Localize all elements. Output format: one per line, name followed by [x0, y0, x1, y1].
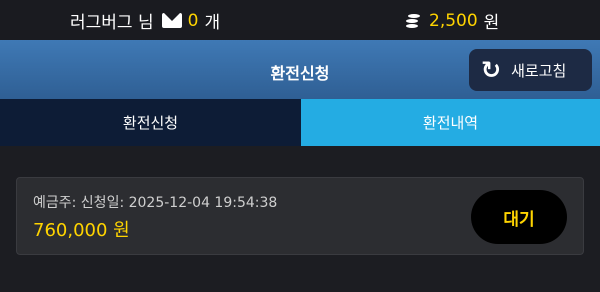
- refresh-label: 새로고침: [511, 61, 567, 80]
- tab-exchange-request[interactable]: 환전신청: [0, 99, 301, 146]
- refresh-button[interactable]: ↻ 새로고침: [469, 49, 592, 91]
- message-count: 0: [187, 10, 199, 31]
- top-bar: 러그버그 님 0 개 2,500 원: [0, 0, 600, 40]
- balance-unit: 원: [483, 13, 500, 33]
- coins-icon: [401, 10, 423, 32]
- record-amount: 760,000 원: [33, 220, 130, 241]
- status-badge[interactable]: 대기: [471, 190, 567, 244]
- tab-bar: 환전신청 환전내역: [0, 99, 600, 146]
- tab-exchange-history[interactable]: 환전내역: [301, 99, 600, 146]
- balance-info: 2,500 원: [401, 8, 499, 33]
- record-info: 예금주: 신청일: 2025-12-04 19:54:38: [33, 195, 278, 211]
- history-card: 예금주: 신청일: 2025-12-04 19:54:38 760,000 원 …: [16, 177, 584, 255]
- mail-icon[interactable]: [161, 13, 182, 28]
- refresh-icon: ↻: [481, 56, 502, 84]
- message-unit: 개: [204, 13, 221, 33]
- balance-amount: 2,500: [429, 10, 478, 31]
- user-info: 러그버그 님 0 개: [70, 8, 221, 34]
- user-name: 러그버그 님: [70, 13, 154, 33]
